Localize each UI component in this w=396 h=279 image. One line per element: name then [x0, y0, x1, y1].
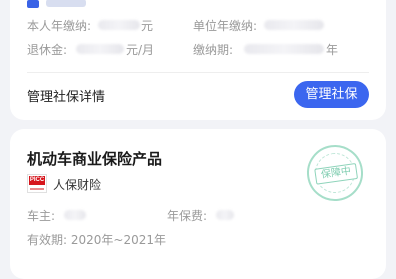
- owner-label: 车主:: [27, 209, 56, 223]
- personal-annual-value-obscured: [98, 20, 140, 30]
- product-title: 机动车商业保险产品: [27, 150, 163, 168]
- card-title-obscured: [46, 0, 86, 7]
- social-security-icon: [27, 0, 39, 8]
- picc-logo-text: PICC: [29, 176, 45, 185]
- insurance-card[interactable]: 机动车商业保险产品 PICC 人保财险 保障中 车主: 年保费: 有效期: 20…: [10, 129, 386, 279]
- insurer-name: 人保财险: [53, 178, 102, 192]
- picc-logo-icon: PICC: [27, 174, 47, 193]
- pension-value-obscured: [76, 44, 124, 54]
- manage-social-security-button[interactable]: 管理社保: [294, 81, 369, 108]
- coverage-active-stamp-icon: 保障中: [303, 141, 367, 205]
- premium-value-obscured: [216, 210, 234, 220]
- employer-annual-label: 单位年缴纳:: [193, 19, 258, 33]
- manage-details-link[interactable]: 管理社保详情: [27, 86, 105, 105]
- paid-years-label: 缴纳期:: [193, 43, 234, 57]
- premium-label: 年保费:: [167, 209, 208, 223]
- validity-label: 有效期:: [27, 233, 68, 247]
- stamp-label: 保障中: [314, 163, 359, 185]
- personal-annual-unit: 元: [141, 19, 154, 33]
- personal-annual-label: 本人年缴纳:: [27, 19, 92, 33]
- pension-label: 退休金:: [27, 43, 68, 57]
- paid-years-value-obscured: [244, 44, 324, 54]
- validity-value: 2020年~2021年: [70, 233, 167, 247]
- paid-years-unit: 年: [326, 43, 339, 57]
- employer-annual-value-obscured: [264, 20, 324, 30]
- social-security-card: 本人年缴纳: 元 单位年缴纳: 退休金: 元/月 缴纳期: 年 管理社保详情 管…: [10, 0, 386, 120]
- validity-row: 有效期: 2020年~2021年: [27, 231, 166, 248]
- card-divider: [27, 72, 369, 73]
- pension-unit: 元/月: [126, 43, 155, 57]
- owner-value-obscured: [64, 210, 86, 220]
